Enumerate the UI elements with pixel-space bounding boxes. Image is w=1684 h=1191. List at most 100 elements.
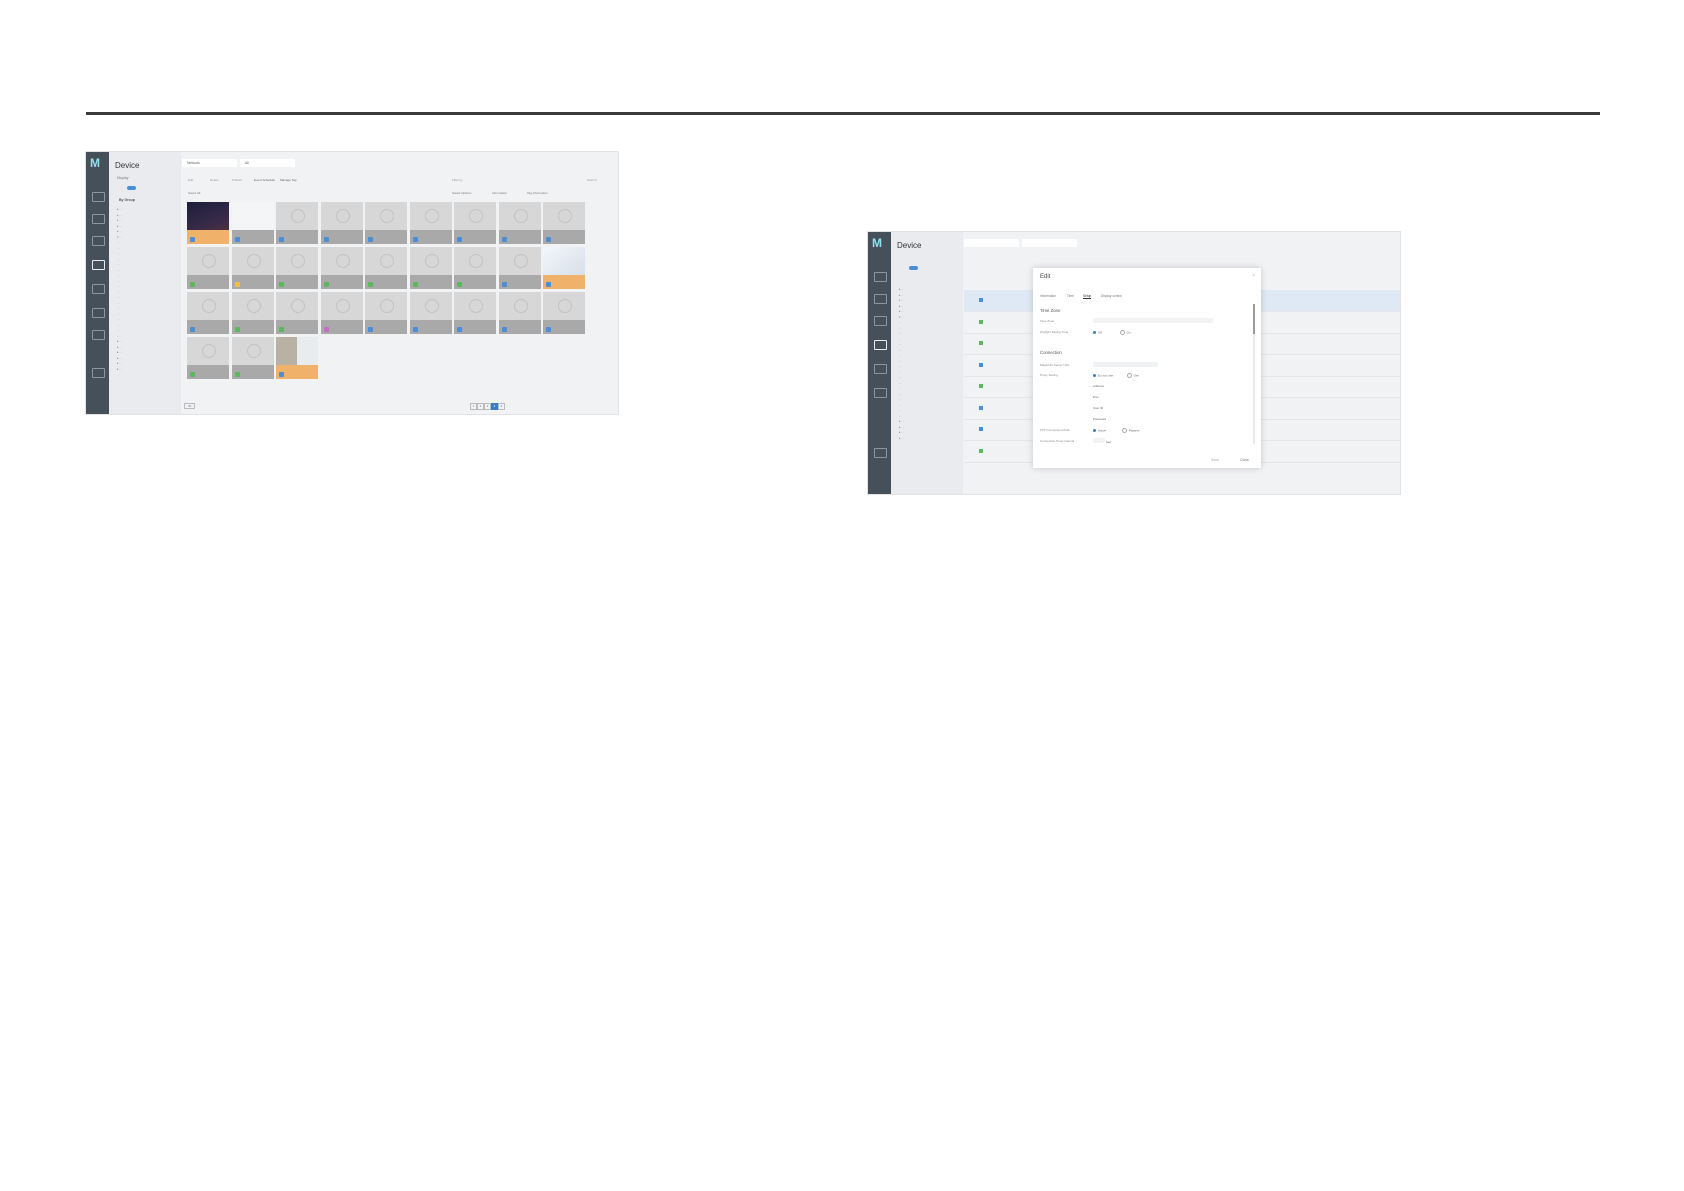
rules-icon[interactable] (874, 388, 887, 398)
placeholder-icon (335, 209, 350, 223)
page-button[interactable]: 1 (470, 403, 477, 410)
tree-item[interactable]: ▸ ... (899, 436, 959, 442)
page-button[interactable]: 2 (477, 403, 484, 410)
playlist-icon[interactable] (874, 316, 887, 326)
ftp-passive-radio[interactable] (1121, 428, 1127, 433)
device-tile[interactable] (543, 292, 585, 334)
status-icon (546, 282, 551, 287)
device-tile[interactable] (231, 202, 274, 244)
device-tile[interactable] (320, 247, 363, 289)
device-tile[interactable] (498, 247, 541, 289)
proxy-on-radio[interactable] (1126, 373, 1132, 378)
settings-icon[interactable] (92, 368, 105, 378)
page-size-select[interactable]: 30 (184, 403, 196, 409)
dst-off-radio[interactable] (1093, 331, 1096, 334)
device-tile[interactable] (454, 247, 496, 289)
tab-setup[interactable]: Setup (1083, 294, 1092, 299)
close-button[interactable]: Close (1240, 458, 1249, 462)
status-icon (457, 327, 462, 332)
device-tile[interactable] (276, 292, 318, 334)
tab-time[interactable]: Time (1067, 294, 1074, 298)
device-tile[interactable] (454, 292, 496, 334)
device-tile[interactable] (276, 247, 318, 289)
tab-network[interactable] (964, 239, 1019, 247)
select-options-link[interactable]: Select Options (452, 191, 472, 195)
information-link[interactable]: Information (492, 191, 507, 195)
device-tile[interactable] (187, 292, 229, 334)
tree-item[interactable]: ▸ ... (117, 367, 177, 373)
device-tile[interactable] (276, 337, 318, 379)
dashboard-icon[interactable] (874, 272, 887, 282)
device-tile[interactable] (365, 202, 407, 244)
tab-all[interactable] (1022, 239, 1077, 247)
device-tile[interactable] (543, 202, 585, 244)
content-icon[interactable] (874, 294, 887, 304)
sidebar-filter-label[interactable]: Display (117, 176, 128, 180)
page-button[interactable]: 3 (484, 403, 491, 410)
connection-section-title: Connection (1040, 350, 1062, 355)
rules-icon[interactable] (92, 308, 105, 318)
ftp-active-radio[interactable] (1093, 429, 1096, 432)
server-url-input[interactable] (1093, 362, 1158, 368)
device-tile[interactable] (320, 202, 363, 244)
user-icon[interactable] (92, 330, 105, 340)
device-tile[interactable] (454, 202, 496, 244)
device-tile[interactable] (320, 292, 363, 334)
device-tile[interactable] (187, 202, 229, 244)
device-tile[interactable] (231, 247, 274, 289)
publish-button[interactable]: Publish (232, 178, 242, 182)
schedule-icon[interactable] (874, 364, 887, 374)
device-tile[interactable] (498, 292, 541, 334)
filter-by-button[interactable]: Filter by (452, 178, 463, 182)
device-tile[interactable] (231, 292, 274, 334)
filter-chip[interactable] (127, 186, 136, 190)
sidebar-group-label[interactable]: By Group (119, 198, 135, 202)
dialog-scrollbar[interactable] (1253, 304, 1255, 444)
device-tile[interactable] (409, 292, 452, 334)
playlist-icon[interactable] (92, 236, 105, 246)
placeholder-icon (424, 299, 439, 313)
device-tile[interactable] (409, 202, 452, 244)
dst-on-radio[interactable] (1119, 330, 1125, 335)
page-button[interactable]: 4 (491, 403, 498, 410)
status-icon (323, 237, 329, 242)
page-button[interactable]: 5 (498, 403, 505, 410)
device-tile[interactable] (187, 247, 229, 289)
ftp-active-label: Active (1098, 428, 1107, 433)
status-icon (457, 237, 462, 242)
edit-button[interactable]: Edit (188, 178, 193, 182)
device-icon[interactable] (92, 260, 105, 270)
device-tile[interactable] (498, 202, 541, 244)
search-input[interactable]: Search (587, 178, 597, 182)
schedule-icon[interactable] (92, 284, 105, 294)
device-tile[interactable] (276, 202, 318, 244)
proxy-off-radio[interactable] (1093, 374, 1096, 377)
close-icon[interactable]: × (1252, 273, 1255, 279)
settings-icon[interactable] (874, 448, 887, 458)
tab-all[interactable]: All (240, 159, 295, 167)
device-tile[interactable] (187, 337, 229, 379)
device-tile[interactable] (409, 247, 452, 289)
time-zone-select[interactable] (1093, 318, 1213, 324)
filter-chip[interactable] (909, 266, 918, 270)
tag-information-link[interactable]: Tag Information (527, 191, 548, 195)
device-tile[interactable] (365, 292, 407, 334)
manage-tag-button[interactable]: Manage Tag (280, 178, 296, 182)
tab-information[interactable]: Information (1040, 294, 1056, 298)
select-all-checkbox[interactable]: Select All (188, 191, 200, 195)
save-button[interactable]: Save (1211, 458, 1219, 462)
placeholder-icon (469, 209, 483, 223)
tab-display-control[interactable]: Display control (1101, 294, 1122, 298)
delete-button[interactable]: Delete (210, 178, 219, 182)
dashboard-icon[interactable] (92, 192, 105, 202)
status-icon (501, 237, 507, 242)
device-tile[interactable] (231, 337, 274, 379)
conn-timer-stepper[interactable]: Sec (1093, 438, 1111, 444)
content-icon[interactable] (92, 214, 105, 224)
proxy-user-id-label: User ID (1093, 406, 1104, 410)
device-tile[interactable] (543, 247, 585, 289)
device-icon[interactable] (874, 340, 887, 350)
event-schedule-button[interactable]: Event Schedule (254, 178, 275, 182)
device-tile[interactable] (365, 247, 407, 289)
tab-network[interactable]: Network (182, 159, 237, 167)
